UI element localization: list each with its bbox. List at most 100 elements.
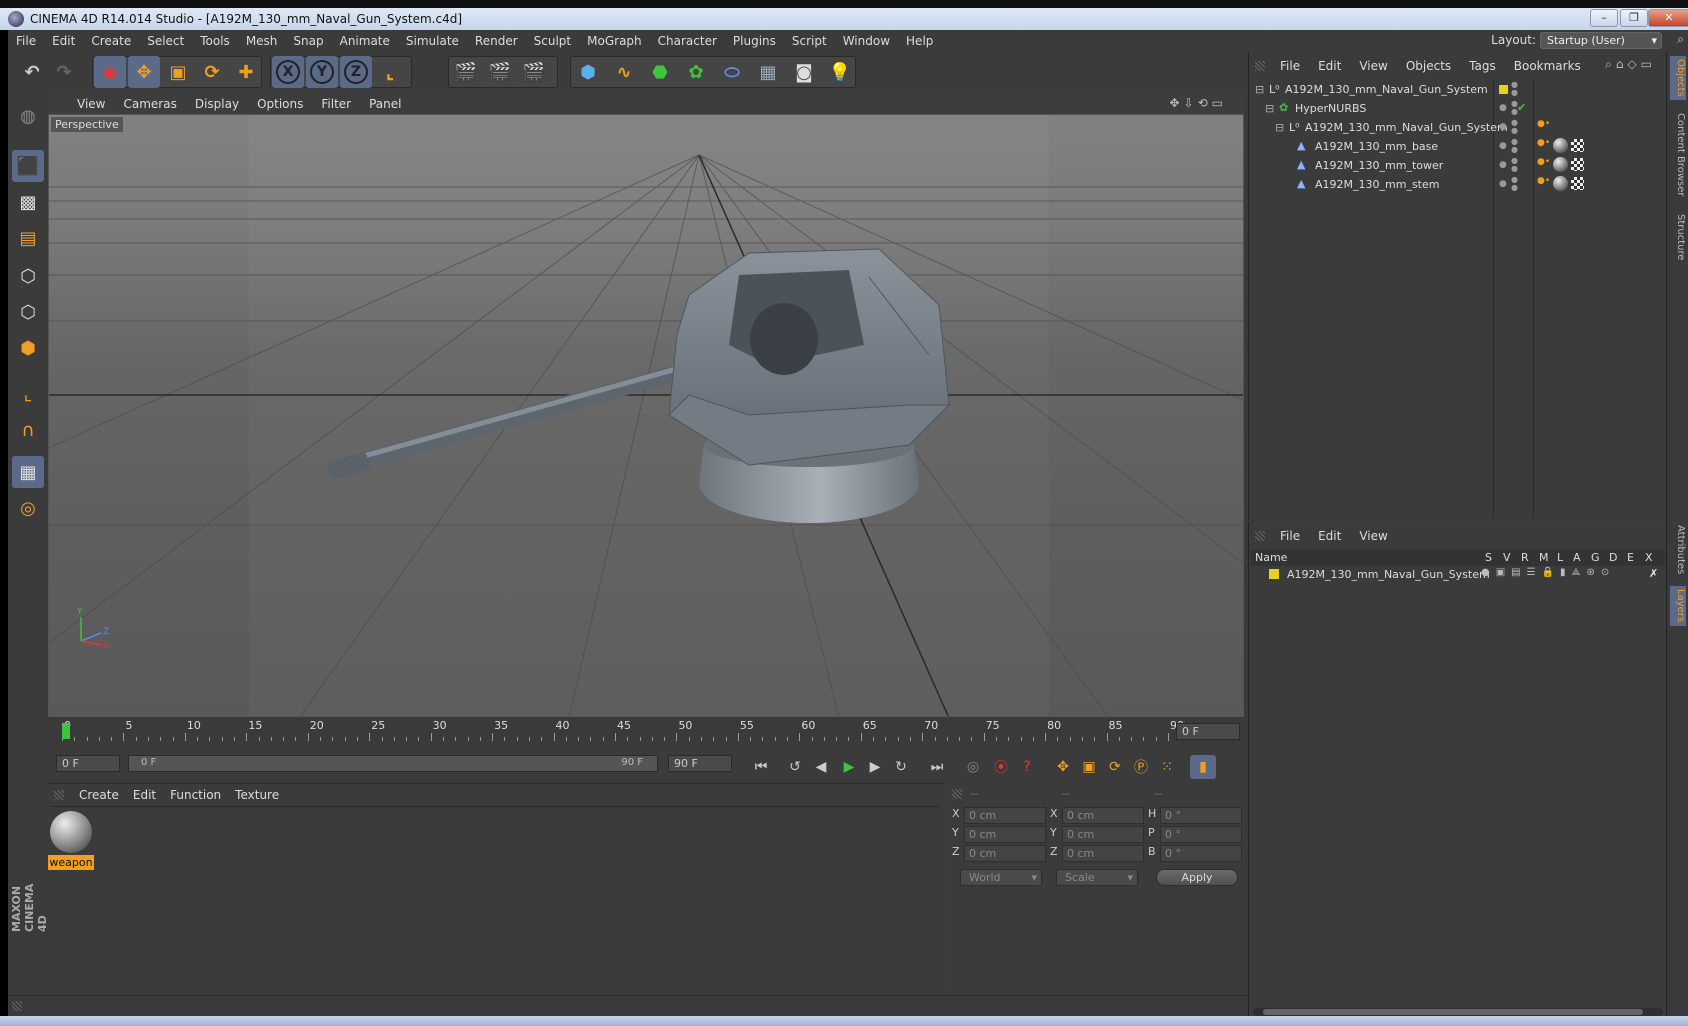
object-menu-objects[interactable]: Objects xyxy=(1397,59,1460,73)
menu-animate[interactable]: Animate xyxy=(332,34,398,48)
layer-col-m[interactable]: M xyxy=(1539,551,1549,564)
size-y-field[interactable]: 0 cm xyxy=(1062,826,1144,843)
uvw-tag-icon[interactable] xyxy=(1571,177,1584,190)
layer-menu-edit[interactable]: Edit xyxy=(1309,529,1350,543)
light-icon[interactable]: 💡 xyxy=(824,56,856,88)
visibility-dots-icon[interactable]: ● ● xyxy=(1511,119,1518,135)
layer-col-l[interactable]: L xyxy=(1557,551,1563,564)
collapse-icon[interactable]: ⊟ xyxy=(1255,83,1264,96)
material-menu-create[interactable]: Create xyxy=(72,788,126,802)
object-row[interactable]: ⊟ L⁰ A192M_130_mm_Naval_Gun_System ● ● xyxy=(1249,80,1667,100)
rotate-icon[interactable]: ⟳ xyxy=(196,56,228,88)
viewport-menu-view[interactable]: View xyxy=(68,97,114,111)
viewport-menu-options[interactable]: Options xyxy=(248,97,312,111)
menu-render[interactable]: Render xyxy=(467,34,526,48)
restore-button[interactable]: ❐ xyxy=(1620,9,1648,27)
object-row[interactable]: ▲ A192M_130_mm_base ● ● ● ●• xyxy=(1249,137,1667,157)
add-icon[interactable]: ✚ xyxy=(230,56,262,88)
uvw-tag-icon[interactable] xyxy=(1571,139,1584,152)
apply-button[interactable]: Apply xyxy=(1156,869,1238,886)
menu-help[interactable]: Help xyxy=(898,34,941,48)
menu-script[interactable]: Script xyxy=(784,34,835,48)
menu-mesh[interactable]: Mesh xyxy=(238,34,286,48)
goto-end-icon[interactable]: ⏭ xyxy=(924,755,950,779)
prev-frame-icon[interactable]: ◀ xyxy=(808,755,834,779)
object-menu-file[interactable]: File xyxy=(1271,59,1309,73)
menu-edit[interactable]: Edit xyxy=(44,34,83,48)
tab-content-browser[interactable]: Content Browser xyxy=(1670,110,1686,200)
object-row[interactable]: ▲ A192M_130_mm_stem ● ● ● ●• xyxy=(1249,175,1667,195)
render-view-icon[interactable]: 🎬 xyxy=(450,56,482,88)
uvw-tag-icon[interactable] xyxy=(1571,158,1584,171)
layer-col-s[interactable]: S xyxy=(1485,551,1492,564)
array-icon[interactable]: ✿ xyxy=(680,56,712,88)
material-menu-texture[interactable]: Texture xyxy=(228,788,286,802)
phong-tag-icon[interactable]: ●• xyxy=(1537,119,1550,129)
menu-tools[interactable]: Tools xyxy=(192,34,238,48)
collapse-icon[interactable]: ⊟ xyxy=(1275,121,1284,134)
object-menu-edit[interactable]: Edit xyxy=(1309,59,1350,73)
start-frame-field[interactable]: 0 F xyxy=(56,755,120,772)
viewport-menu-panel[interactable]: Panel xyxy=(360,97,410,111)
current-frame-field[interactable]: 0 F xyxy=(1176,723,1240,740)
key-position-icon[interactable]: ✥ xyxy=(1050,755,1076,779)
layer-col-e[interactable]: E xyxy=(1627,551,1634,564)
layer-col-g[interactable]: G xyxy=(1591,551,1600,564)
object-row[interactable]: ▲ A192M_130_mm_tower ● ● ● ●• xyxy=(1249,156,1667,176)
layer-row[interactable]: A192M_130_mm_Naval_Gun_System ●▣▤☰🔒▮⟁⊛⊙ … xyxy=(1251,566,1665,584)
search-icon[interactable]: ⌕ xyxy=(1677,32,1684,47)
viewport-nav-icons[interactable]: ✥⇩⟲▭ xyxy=(1160,96,1236,110)
rotation-h-field[interactable]: 0 ° xyxy=(1160,807,1242,824)
menu-simulate[interactable]: Simulate xyxy=(398,34,467,48)
visibility-dots-icon[interactable]: ● ● xyxy=(1511,176,1518,192)
layer-col-x[interactable]: X xyxy=(1645,551,1653,564)
menu-file[interactable]: File xyxy=(8,34,44,48)
menu-sculpt[interactable]: Sculpt xyxy=(526,34,579,48)
next-key-icon[interactable]: ↻ xyxy=(888,755,914,779)
material-swatch[interactable]: weapon xyxy=(48,811,94,871)
horizontal-scrollbar[interactable] xyxy=(1253,1008,1663,1016)
viewport-menu-filter[interactable]: Filter xyxy=(312,97,360,111)
scrollbar-thumb[interactable] xyxy=(1263,1009,1643,1015)
keyframe-selection-icon[interactable]: ? xyxy=(1014,755,1040,779)
visibility-dot-icon[interactable]: ● xyxy=(1499,103,1507,113)
menu-window[interactable]: Window xyxy=(835,34,898,48)
object-manager-nav-icons[interactable]: ⌕⌂◇▭ xyxy=(1605,57,1656,72)
make-editable-icon[interactable]: ◍ xyxy=(12,100,44,132)
menu-character[interactable]: Character xyxy=(650,34,725,48)
material-tag-icon[interactable] xyxy=(1553,176,1568,191)
menu-snap[interactable]: Snap xyxy=(285,34,331,48)
texture-mode-icon[interactable]: ▩ xyxy=(12,186,44,218)
axis-mode-icon[interactable]: ⌞ xyxy=(12,378,44,410)
rotation-p-field[interactable]: 0 ° xyxy=(1160,826,1242,843)
auto-keying-icon[interactable]: ⦿ xyxy=(988,755,1014,779)
playhead[interactable] xyxy=(62,723,70,739)
snap-magnet-icon[interactable]: ∩ xyxy=(12,414,44,446)
end-frame-field[interactable]: 90 F xyxy=(668,755,732,772)
menu-plugins[interactable]: Plugins xyxy=(725,34,784,48)
play-icon[interactable]: ▶ xyxy=(836,755,862,779)
object-menu-view[interactable]: View xyxy=(1350,59,1396,73)
render-picture-viewer-icon[interactable]: 🎬 xyxy=(484,56,516,88)
size-z-field[interactable]: 0 cm xyxy=(1062,845,1144,862)
points-mode-icon[interactable]: ⬡ xyxy=(12,260,44,292)
layer-menu-file[interactable]: File xyxy=(1271,529,1309,543)
scale-icon[interactable]: ▣ xyxy=(162,56,194,88)
workplane-icon[interactable]: ▤ xyxy=(12,222,44,254)
coordinate-space-select[interactable]: World ▾ xyxy=(960,869,1042,886)
material-menu-function[interactable]: Function xyxy=(163,788,228,802)
visibility-dot-icon[interactable]: ● xyxy=(1499,122,1507,132)
layer-color-tag[interactable] xyxy=(1499,85,1508,94)
rotation-b-field[interactable]: 0 ° xyxy=(1160,845,1242,862)
size-x-field[interactable]: 0 cm xyxy=(1062,807,1144,824)
spline-icon[interactable]: ∿ xyxy=(608,56,640,88)
coordinate-system-icon[interactable]: ⌞ xyxy=(374,56,406,88)
viewport-menu-cameras[interactable]: Cameras xyxy=(114,97,185,111)
layout-select[interactable]: Startup (User) ▾ xyxy=(1540,32,1662,49)
visibility-dot-icon[interactable]: ● xyxy=(1499,179,1507,189)
minimize-button[interactable]: – xyxy=(1590,9,1618,27)
phong-tag-icon[interactable]: ●• xyxy=(1537,157,1550,167)
z-axis-icon[interactable]: Z xyxy=(340,56,372,88)
size-mode-select[interactable]: Scale ▾ xyxy=(1056,869,1138,886)
phong-tag-icon[interactable]: ●• xyxy=(1537,138,1550,148)
